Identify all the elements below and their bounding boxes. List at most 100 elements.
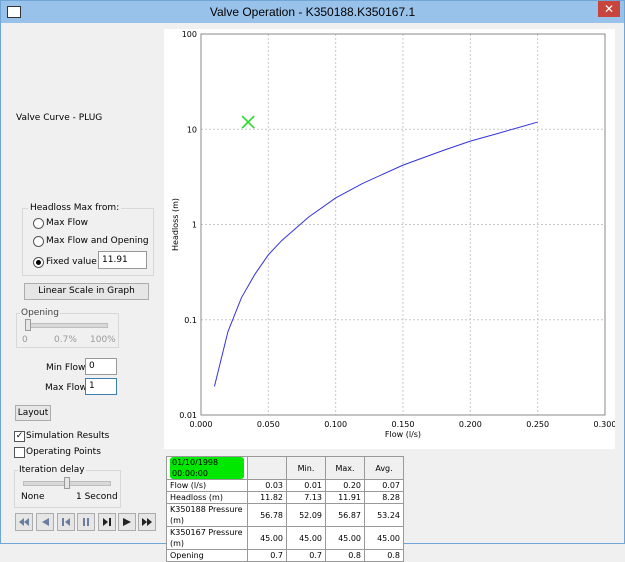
radio-max-flow[interactable] [33,218,44,229]
opening-tick-mid: 0.7% [54,335,77,345]
row-label: K350167 Pressure (m) [166,526,248,550]
opening-slider-track[interactable] [25,323,108,328]
headloss-group-title: Headloss Max from: [28,203,122,213]
last-icon [142,518,152,526]
prev-icon [62,518,70,526]
results-table: 01/10/1998 00:00:00 Min. Max. Avg. Flow (l/… [166,456,404,562]
table-header-cell: Min. [286,456,326,480]
prev-button[interactable] [57,513,75,531]
row-value: 52.09 [286,503,326,527]
y-tick-label: 1 [192,221,197,230]
min-flow-label: Min Flow [46,363,86,373]
step-back-icon [42,518,49,526]
valve-curve-chart: 100 10 1 0.1 0.01 0.000 0.050 0.100 0.150 0.200 0.… [164,29,616,449]
table-row: Opening 0.7 0.7 0.8 0.8 [166,549,404,562]
y-axis-label: Headloss (m) [171,198,180,251]
row-value: 45.00 [247,526,287,550]
row-label: Flow (l/s) [166,479,248,492]
row-value: 7.13 [286,491,326,504]
row-value: 11.82 [247,491,287,504]
first-button[interactable] [15,513,33,531]
valve-operation-window: Valve Operation - K350188.K350167.1 ✕ Va… [0,0,625,562]
x-tick-label: 0.300 [594,420,615,429]
row-value: 0.7 [247,549,287,562]
operating-points-label[interactable]: Operating Points [26,447,101,457]
iteration-min-label: None [21,492,45,502]
simulation-results-checkbox[interactable]: ✓ [14,431,25,442]
table-row: K350188 Pressure (m) 56.78 52.09 56.87 53.24 [166,503,404,527]
close-button[interactable]: ✕ [598,1,620,17]
row-value: 0.07 [364,479,404,492]
row-value: 45.00 [364,526,404,550]
x-axis-label: Flow (l/s) [385,430,421,439]
play-icon [123,518,131,526]
radio-fixed-value[interactable] [33,257,44,268]
x-tick-label: 0.050 [257,420,280,429]
radio-max-flow-opening[interactable] [33,236,44,247]
linear-scale-button[interactable]: Linear Scale in Graph [24,283,149,300]
radio-max-flow-label[interactable]: Max Flow [46,218,88,228]
operating-points-checkbox[interactable] [14,447,25,458]
valve-curve-line [213,121,538,387]
simulation-results-label[interactable]: Simulation Results [26,431,109,441]
row-label: K350188 Pressure (m) [166,503,248,527]
pause-button[interactable] [77,513,95,531]
row-value: 0.7 [286,549,326,562]
row-value: 45.00 [325,526,365,550]
row-label: Headloss (m) [166,491,248,504]
first-icon [19,518,29,526]
row-value: 0.8 [325,549,365,562]
max-flow-input[interactable]: 1 [85,378,117,395]
fixed-value-input[interactable]: 11.91 [98,251,147,269]
x-tick-label: 0.200 [459,420,482,429]
opening-tick-min: 0 [22,335,28,345]
x-tick-label: 0.250 [526,420,549,429]
y-tick-label: 0.1 [184,316,197,325]
opening-slider-thumb[interactable] [25,319,31,331]
row-value: 0.01 [286,479,326,492]
table-row: Headloss (m) 11.82 7.13 11.91 8.28 [166,491,404,504]
y-tick-label: 0.01 [179,411,197,420]
layout-button[interactable]: Layout [15,405,51,421]
row-value: 53.24 [364,503,404,527]
radio-max-flow-opening-label[interactable]: Max Flow and Opening [46,236,149,246]
y-tick-label: 10 [187,125,197,134]
radio-fixed-value-label[interactable]: Fixed value [46,257,97,267]
row-label: Opening [166,549,248,562]
iteration-slider-thumb[interactable] [64,477,70,489]
row-value: 0.20 [325,479,365,492]
iteration-group-title: Iteration delay [18,465,86,475]
row-value: 0.8 [364,549,404,562]
pause-icon [83,518,89,526]
next-button[interactable] [98,513,116,531]
window-title: Valve Operation - K350188.K350167.1 [209,5,416,19]
row-value: 56.78 [247,503,287,527]
play-button[interactable] [118,513,136,531]
step-back-button[interactable] [36,513,54,531]
row-value: 45.00 [286,526,326,550]
timestamp-cell: 01/10/1998 00:00:00 [166,456,248,480]
row-value: 56.87 [325,503,365,527]
iteration-group [14,470,121,508]
chart-svg: 100 10 1 0.1 0.010.000 0.050 0.100 0.150 0.200 0.… [171,30,616,439]
iteration-max-label: 1 Second [76,492,118,502]
timestamp-badge: 01/10/1998 00:00:00 [170,457,244,479]
next-icon [103,518,111,526]
row-value: 0.03 [247,479,287,492]
table-header-row: 01/10/1998 00:00:00 Min. Max. Avg. [166,456,404,480]
x-tick-label: 0.150 [392,420,415,429]
table-row: K350167 Pressure (m) 45.00 45.00 45.00 45.00 [166,526,404,550]
last-button[interactable] [138,513,156,531]
table-header-cell: Avg. [364,456,404,480]
opening-group-title: Opening [20,308,60,318]
row-value: 8.28 [364,491,404,504]
table-header-cell: Max. [325,456,365,480]
x-tick-label: 0.000 [190,420,213,429]
x-tick-label: 0.100 [324,420,347,429]
opening-tick-max: 100% [90,335,116,345]
max-flow-label: Max Flow [45,383,88,393]
title-bar[interactable]: Valve Operation - K350188.K350167.1 ✕ [1,1,624,23]
y-tick-label: 100 [182,30,197,39]
valve-curve-label: Valve Curve - PLUG [16,113,103,123]
min-flow-input[interactable]: 0 [85,358,117,375]
